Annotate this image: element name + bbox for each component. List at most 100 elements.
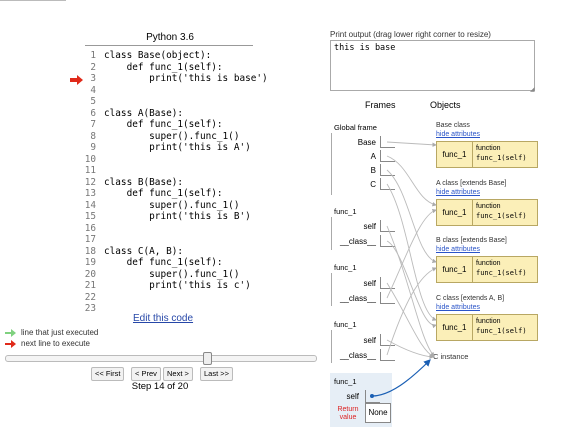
b-class-object: func_1 function func_1(self) bbox=[436, 256, 538, 283]
a-class-label: A class [extends Base] bbox=[436, 180, 507, 187]
active-self-cell bbox=[365, 390, 380, 403]
frame1-self-cell bbox=[380, 220, 395, 232]
line-number: 14 bbox=[84, 199, 96, 211]
line-number: 15 bbox=[84, 211, 96, 222]
frame1-var-self: self bbox=[363, 222, 376, 231]
active-var-self: self bbox=[346, 392, 359, 401]
code-text: print('this is B') bbox=[104, 211, 251, 222]
frame3-class-cell bbox=[380, 349, 395, 361]
base-hide-attributes-link[interactable]: hide attributes bbox=[436, 131, 480, 138]
c-attr-key: func_1 bbox=[437, 315, 473, 340]
c-class-label: C class [extends A, B] bbox=[436, 295, 505, 302]
legend-just-executed: line that just executed bbox=[5, 328, 98, 337]
frame1-var-class: __class__ bbox=[339, 237, 376, 246]
frame-func1-3-title: func_1 bbox=[334, 320, 357, 329]
line-number: 1 bbox=[90, 50, 96, 61]
frame2-var-class: __class__ bbox=[339, 294, 376, 303]
code-line: 18 class C(A, B): bbox=[84, 246, 183, 258]
base-func-signature: func_1(self) bbox=[476, 153, 527, 162]
step-slider-handle[interactable] bbox=[202, 352, 212, 365]
last-button[interactable]: Last >> bbox=[200, 367, 234, 381]
global-frame-title: Global frame bbox=[334, 123, 377, 132]
global-var-c-cell bbox=[380, 178, 395, 190]
prev-button[interactable]: < Prev bbox=[131, 367, 161, 381]
code-top-rule bbox=[85, 45, 253, 46]
code-text: class Base(object): bbox=[104, 50, 212, 61]
print-output-box[interactable]: this is base bbox=[330, 40, 535, 91]
legend-next-line-label: next line to execute bbox=[21, 339, 90, 348]
code-line: 12 class B(Base): bbox=[84, 177, 183, 189]
code-text: print('this is A') bbox=[104, 142, 251, 153]
global-var-b-cell bbox=[380, 164, 395, 176]
resize-grip-icon[interactable]: ◢ bbox=[530, 86, 535, 93]
code-line: 7 def func_1(self): bbox=[84, 119, 223, 131]
next-button[interactable]: Next > bbox=[163, 367, 193, 381]
a-func-type: function bbox=[476, 203, 501, 210]
first-button[interactable]: << First bbox=[91, 367, 125, 381]
frame3-var-class: __class__ bbox=[339, 351, 376, 360]
next-line-arrow-icon bbox=[70, 75, 83, 85]
code-line: 9 print('this is A') bbox=[84, 142, 251, 154]
c-hide-attributes-link[interactable]: hide attributes bbox=[436, 304, 480, 311]
b-attr-key: func_1 bbox=[437, 257, 473, 282]
frame-func1-1-title: func_1 bbox=[334, 207, 357, 216]
line-number: 17 bbox=[84, 234, 96, 245]
line-number: 12 bbox=[84, 176, 96, 188]
code-line: 17 bbox=[84, 234, 104, 246]
objects-header: Objects bbox=[430, 100, 461, 110]
b-hide-attributes-link[interactable]: hide attributes bbox=[436, 246, 480, 253]
global-var-b: B bbox=[370, 166, 376, 175]
a-attr-key: func_1 bbox=[437, 200, 473, 225]
code-line: 4 bbox=[84, 85, 104, 97]
return-value: None bbox=[365, 403, 391, 423]
b-class-label: B class [extends Base] bbox=[436, 237, 507, 244]
c-class-object: func_1 function func_1(self) bbox=[436, 314, 538, 341]
a-func-object: function func_1(self) bbox=[474, 202, 536, 223]
code-line: 15 print('this is B') bbox=[84, 211, 251, 223]
legend-next-line: next line to execute bbox=[5, 339, 90, 348]
active-frame-title: func_1 bbox=[334, 377, 357, 386]
code-line: 8 super().func_1() bbox=[84, 131, 239, 143]
c-func-signature: func_1(self) bbox=[476, 326, 527, 335]
line-number: 20 bbox=[84, 268, 96, 280]
code-text: class B(Base): bbox=[104, 176, 184, 188]
frame-func1-2-title: func_1 bbox=[334, 263, 357, 272]
b-func-signature: func_1(self) bbox=[476, 268, 527, 277]
step-slider-track[interactable] bbox=[5, 355, 317, 362]
code-line: 21 print('this is c') bbox=[84, 280, 251, 292]
a-hide-attributes-link[interactable]: hide attributes bbox=[436, 189, 480, 196]
line-number: 18 bbox=[84, 245, 96, 257]
code-text: class C(A, B): bbox=[104, 245, 184, 257]
legend-just-executed-label: line that just executed bbox=[21, 328, 99, 337]
code-line: 10 bbox=[84, 154, 104, 166]
language-title: Python 3.6 bbox=[146, 32, 194, 43]
base-attr-key: func_1 bbox=[437, 142, 473, 167]
code-line: 16 bbox=[84, 223, 104, 235]
base-func-type: function bbox=[476, 145, 501, 152]
return-value-label: Return value bbox=[337, 406, 359, 421]
line-number: 9 bbox=[90, 142, 96, 153]
line-number: 13 bbox=[84, 188, 96, 199]
green-arrow-icon bbox=[5, 328, 16, 337]
frames-header: Frames bbox=[365, 100, 396, 110]
edit-code-link[interactable]: Edit this code bbox=[133, 313, 193, 324]
line-number: 5 bbox=[90, 96, 96, 107]
base-func-object: function func_1(self) bbox=[474, 144, 536, 165]
code-line: 19 def func_1(self): bbox=[84, 257, 223, 269]
b-func-type: function bbox=[476, 260, 501, 267]
code-line: 1 class Base(object): bbox=[84, 50, 211, 62]
frame3-var-self: self bbox=[363, 336, 376, 345]
base-class-label: Base class bbox=[436, 122, 470, 129]
line-number: 22 bbox=[84, 291, 96, 303]
code-line: 13 def func_1(self): bbox=[84, 188, 223, 200]
line-number: 8 bbox=[90, 130, 96, 142]
a-class-object: func_1 function func_1(self) bbox=[436, 199, 538, 226]
code-line: 6 class A(Base): bbox=[84, 108, 183, 120]
frame2-var-self: self bbox=[363, 279, 376, 288]
red-arrow-icon bbox=[5, 339, 16, 348]
line-number: 2 bbox=[90, 61, 96, 73]
code-text: super().func_1() bbox=[104, 199, 240, 211]
code-text: def func_1(self): bbox=[104, 119, 223, 130]
c-func-object: function func_1(self) bbox=[474, 317, 536, 338]
frame1-class-cell bbox=[380, 235, 395, 247]
